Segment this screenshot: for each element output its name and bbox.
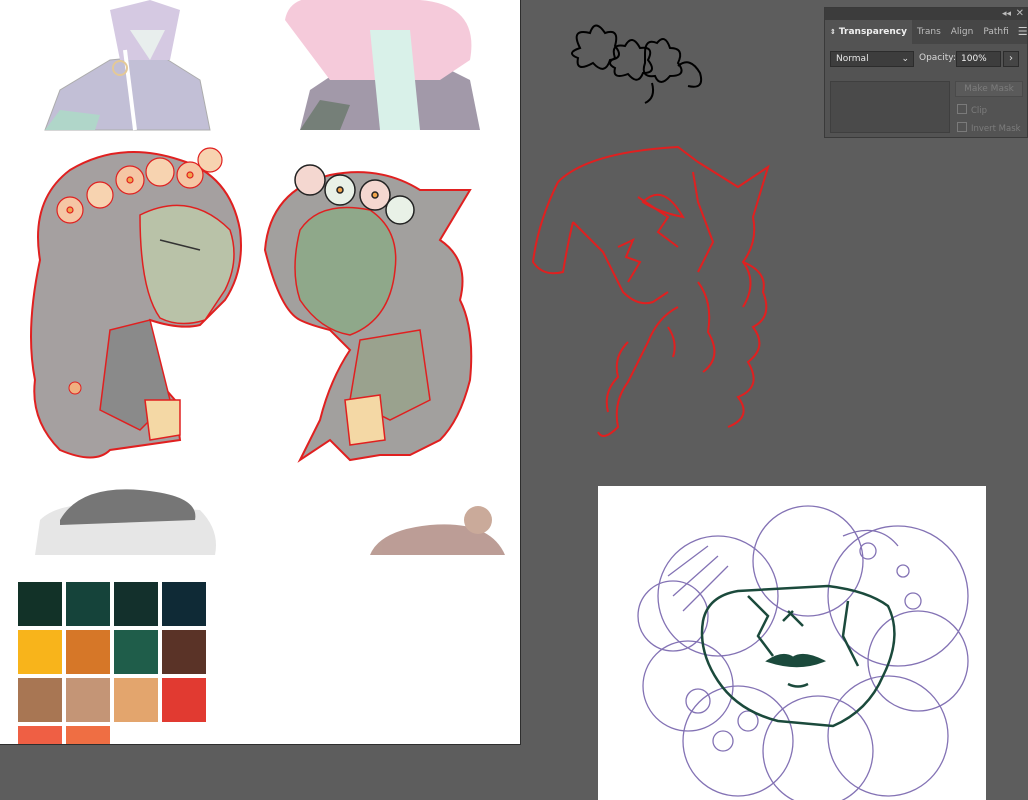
checkbox-icon [957, 122, 967, 132]
color-swatch[interactable] [162, 582, 206, 626]
faded-character-top-right [285, 0, 480, 130]
color-swatch[interactable] [18, 582, 62, 626]
color-swatch[interactable] [66, 582, 110, 626]
color-swatch[interactable] [114, 678, 158, 722]
color-swatch[interactable] [162, 630, 206, 674]
opacity-input[interactable]: 100% [956, 51, 1001, 67]
faded-character-bottom-right [370, 506, 505, 555]
opacity-slider-toggle[interactable]: › [1003, 51, 1019, 67]
color-swatch[interactable] [66, 630, 110, 674]
make-mask-button[interactable]: Make Mask [955, 81, 1023, 97]
artboard-sketch[interactable] [598, 486, 986, 800]
blend-mode-select[interactable]: Normal ⌄ [830, 51, 914, 67]
face-outline-ink [700, 584, 896, 728]
object-thumbnail [830, 81, 950, 133]
tab-reorder-icon: ⇕ [830, 28, 836, 36]
color-swatch[interactable] [66, 726, 110, 744]
checkbox-icon [957, 104, 967, 114]
tab-align[interactable]: Align [946, 20, 979, 44]
color-swatch[interactable] [18, 630, 62, 674]
panel-menu-icon[interactable]: ☰ [1014, 20, 1028, 44]
collapse-panel-icon[interactable]: ◂◂ [1002, 8, 1011, 20]
color-swatch[interactable] [114, 630, 158, 674]
character-right [263, 164, 473, 463]
artboard-main[interactable] [0, 0, 521, 745]
invert-mask-checkbox[interactable]: Invert Mask [957, 122, 1021, 134]
panel-tab-bar: ⇕ Transparency Trans Align Pathfi ☰ [825, 20, 1028, 44]
color-swatch[interactable] [114, 582, 158, 626]
transparency-panel[interactable]: ◂◂ ✕ ⇕ Transparency Trans Align Pathfi ☰ … [824, 7, 1028, 138]
tab-pathfinder[interactable]: Pathfi [978, 20, 1013, 44]
chevron-down-icon: ⌄ [901, 54, 909, 64]
color-swatch[interactable] [18, 726, 62, 744]
face-sketch[interactable] [598, 486, 986, 800]
flower-sketch-black[interactable] [560, 18, 710, 118]
opacity-label: Opacity: [919, 53, 956, 63]
close-panel-icon[interactable]: ✕ [1016, 8, 1024, 20]
color-swatch[interactable] [162, 678, 206, 722]
color-swatch[interactable] [18, 678, 62, 722]
character-left [30, 147, 242, 459]
clip-checkbox[interactable]: Clip [957, 104, 987, 116]
character-sketch-red[interactable] [528, 142, 788, 452]
panel-title-bar[interactable]: ◂◂ ✕ [825, 8, 1027, 20]
faded-character-top-left [44, 0, 211, 131]
tab-transparency[interactable]: ⇕ Transparency [825, 20, 912, 44]
faded-character-bottom-left [35, 489, 216, 555]
color-swatch[interactable] [66, 678, 110, 722]
tab-transform[interactable]: Trans [912, 20, 946, 44]
